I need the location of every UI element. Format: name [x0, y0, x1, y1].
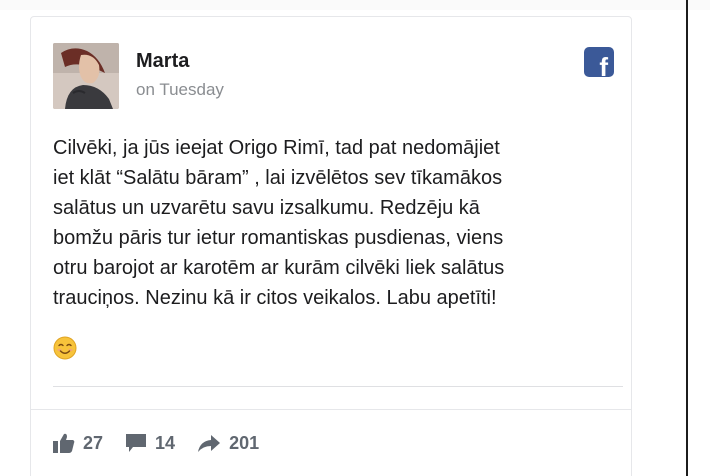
- comment-stat[interactable]: 14: [125, 433, 175, 454]
- share-stat[interactable]: 201: [197, 433, 259, 454]
- like-count: 27: [83, 432, 104, 453]
- post-text-line: trauciņos. Nezinu kā ir citos veikalos. …: [53, 287, 497, 309]
- share-arrow-icon: [198, 435, 221, 452]
- facebook-icon[interactable]: f: [584, 47, 614, 80]
- post-text-line: otru barojot ar karotēm ar kurām cilvēki…: [53, 257, 505, 279]
- page-top-strip: [0, 0, 710, 10]
- footer-divider: [31, 409, 631, 410]
- post-time[interactable]: on Tuesday: [136, 80, 224, 100]
- post-text-line: salātus un uzvarētu savu izsalkumu. Redz…: [53, 197, 480, 219]
- post-stats: 27 14 201: [53, 431, 281, 455]
- post-text-line: bomžu pāris tur ietur romantiskas pusdie…: [53, 227, 504, 249]
- comment-icon: [126, 434, 147, 452]
- avatar-image: [53, 43, 119, 109]
- like-stat[interactable]: 27: [53, 433, 103, 454]
- post-text-line: Cilvēki, ja jūs ieejat Origo Rimī, tad p…: [53, 137, 500, 159]
- right-edge-divider: [686, 0, 688, 476]
- thumbs-up-icon: [53, 433, 75, 453]
- avatar[interactable]: [53, 43, 119, 109]
- comment-count: 14: [155, 432, 176, 453]
- post-text: Cilvēki, ja jūs ieejat Origo Rimī, tad p…: [53, 133, 633, 313]
- viewport: Marta on Tuesday f Cilvēki, ja jūs ieeja…: [0, 0, 710, 476]
- author-name[interactable]: Marta: [136, 50, 189, 73]
- content-divider: [53, 386, 623, 387]
- share-count: 201: [229, 432, 260, 453]
- post-text-line: iet klāt “Salātu bāram” , lai izvēlētos …: [53, 167, 503, 189]
- post-card: Marta on Tuesday f Cilvēki, ja jūs ieeja…: [30, 16, 632, 476]
- smiling-face-emoji: [53, 336, 77, 360]
